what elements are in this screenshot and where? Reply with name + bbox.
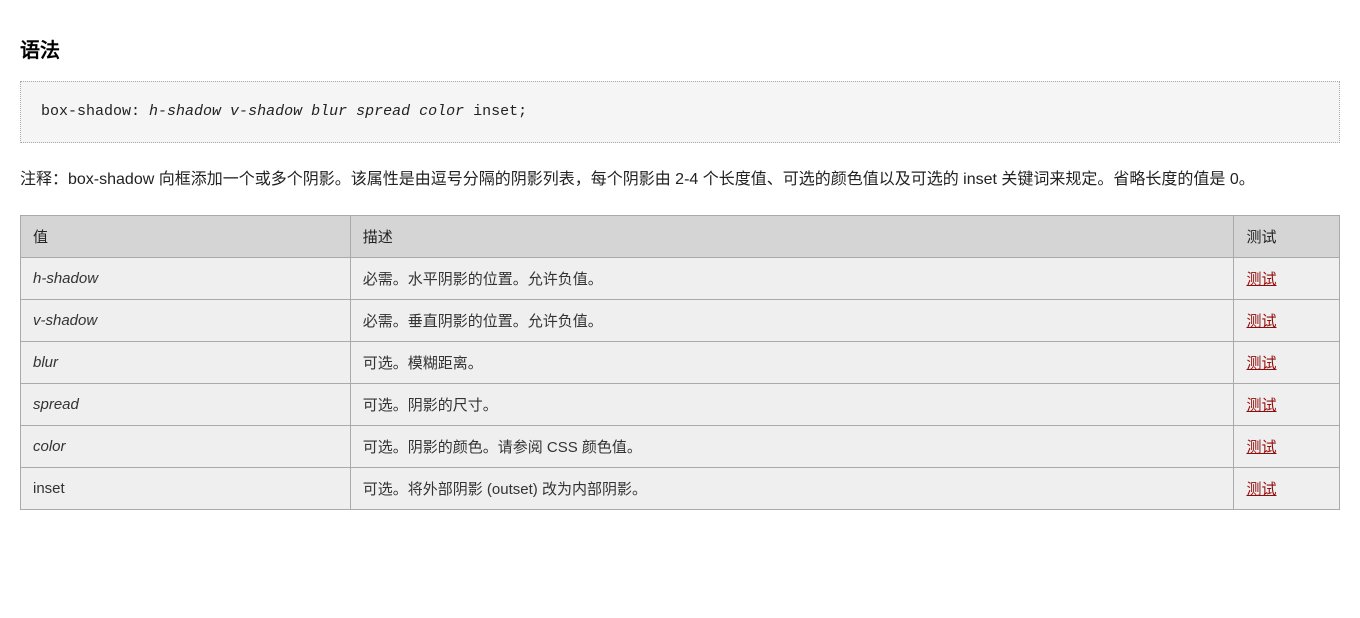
syntax-params: h-shadow v-shadow blur spread color	[149, 103, 464, 120]
table-row: h-shadow必需。水平阴影的位置。允许负值。测试	[21, 258, 1340, 300]
header-value: 值	[21, 216, 351, 258]
test-link[interactable]: 测试	[1246, 397, 1276, 414]
desc-cell: 必需。垂直阴影的位置。允许负值。	[350, 300, 1234, 342]
value-cell: h-shadow	[21, 258, 351, 300]
syntax-suffix: inset;	[473, 103, 527, 120]
test-cell: 测试	[1234, 300, 1340, 342]
syntax-property: box-shadow:	[41, 103, 140, 120]
value-cell: color	[21, 426, 351, 468]
table-row: v-shadow必需。垂直阴影的位置。允许负值。测试	[21, 300, 1340, 342]
values-table: 值 描述 测试 h-shadow必需。水平阴影的位置。允许负值。测试v-shad…	[20, 215, 1340, 510]
table-header-row: 值 描述 测试	[21, 216, 1340, 258]
note-text: 注释：box-shadow 向框添加一个或多个阴影。该属性是由逗号分隔的阴影列表…	[20, 165, 1340, 195]
test-link[interactable]: 测试	[1246, 271, 1276, 288]
table-row: spread可选。阴影的尺寸。测试	[21, 384, 1340, 426]
desc-cell: 可选。将外部阴影 (outset) 改为内部阴影。	[350, 468, 1234, 510]
test-cell: 测试	[1234, 468, 1340, 510]
test-cell: 测试	[1234, 426, 1340, 468]
test-cell: 测试	[1234, 258, 1340, 300]
value-cell: inset	[21, 468, 351, 510]
test-cell: 测试	[1234, 384, 1340, 426]
test-link[interactable]: 测试	[1246, 355, 1276, 372]
value-cell: v-shadow	[21, 300, 351, 342]
value-cell: spread	[21, 384, 351, 426]
desc-cell: 必需。水平阴影的位置。允许负值。	[350, 258, 1234, 300]
header-test: 测试	[1234, 216, 1340, 258]
header-desc: 描述	[350, 216, 1234, 258]
desc-cell: 可选。模糊距离。	[350, 342, 1234, 384]
desc-cell: 可选。阴影的颜色。请参阅 CSS 颜色值。	[350, 426, 1234, 468]
value-cell: blur	[21, 342, 351, 384]
syntax-heading: 语法	[20, 34, 1340, 63]
test-link[interactable]: 测试	[1246, 481, 1276, 498]
table-row: color可选。阴影的颜色。请参阅 CSS 颜色值。测试	[21, 426, 1340, 468]
test-link[interactable]: 测试	[1246, 313, 1276, 330]
test-link[interactable]: 测试	[1246, 439, 1276, 456]
desc-cell: 可选。阴影的尺寸。	[350, 384, 1234, 426]
syntax-code-block: box-shadow: h-shadow v-shadow blur sprea…	[20, 81, 1340, 143]
table-row: inset可选。将外部阴影 (outset) 改为内部阴影。测试	[21, 468, 1340, 510]
table-row: blur可选。模糊距离。测试	[21, 342, 1340, 384]
test-cell: 测试	[1234, 342, 1340, 384]
